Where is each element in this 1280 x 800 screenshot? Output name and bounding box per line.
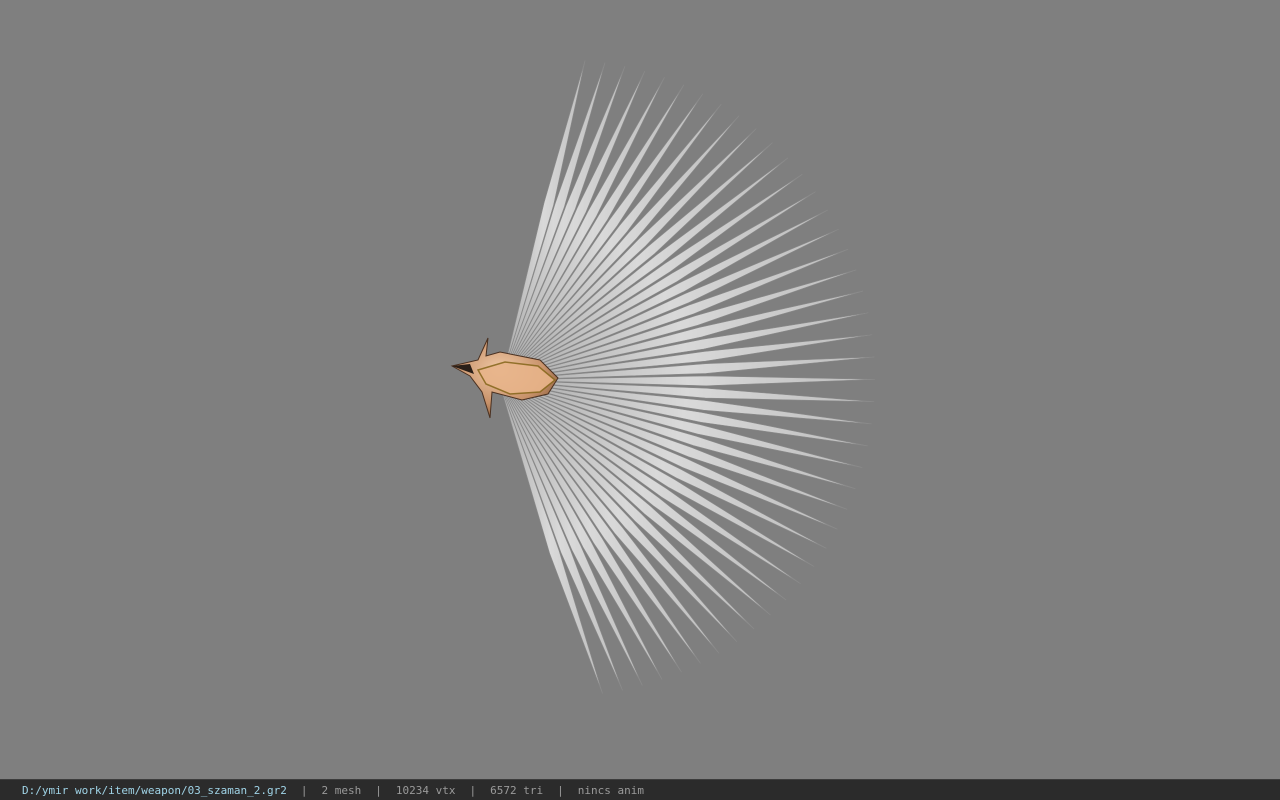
status-separator: | — [557, 783, 564, 797]
status-separator: | — [300, 783, 308, 797]
status-separator: | — [375, 783, 382, 797]
fan-weapon-model — [450, 60, 876, 694]
status-separator: | — [469, 783, 477, 797]
vertex-count: 10234 vtx — [395, 783, 456, 797]
animation-status: nincs anim — [577, 783, 644, 797]
model-viewport[interactable] — [0, 0, 1280, 779]
status-bar: D:/ymir work/item/weapon/03_szaman_2.gr2… — [0, 779, 1280, 800]
model-file-path: D:/ymir work/item/weapon/03_szaman_2.gr2 — [22, 783, 287, 797]
triangle-count: 6572 tri — [490, 783, 544, 797]
mesh-count: 2 mesh — [321, 783, 362, 797]
